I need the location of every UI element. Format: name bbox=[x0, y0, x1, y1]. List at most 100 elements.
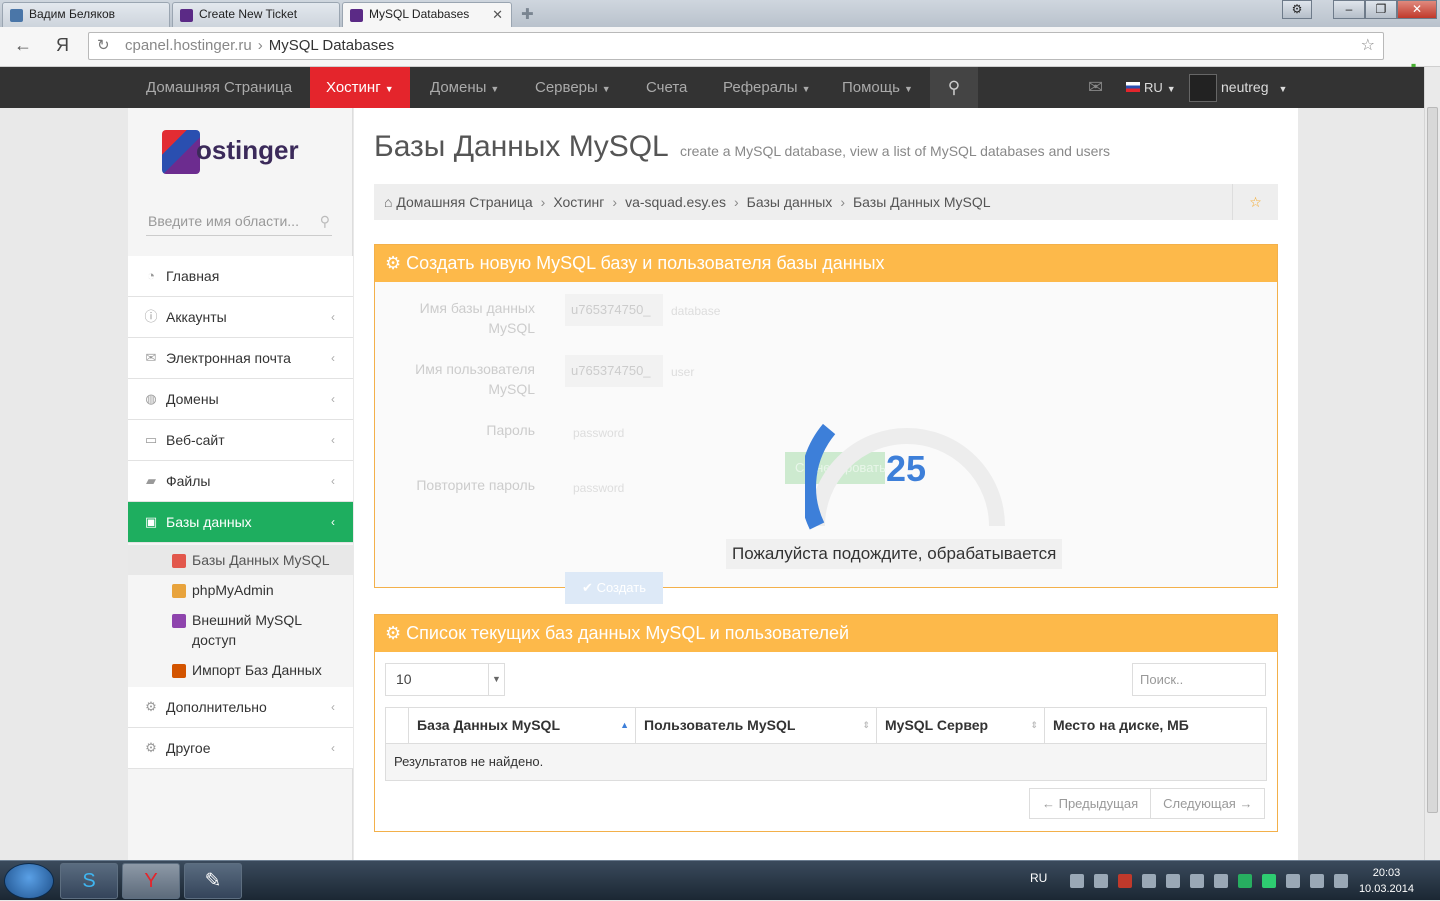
envelope-icon[interactable]: ✉ bbox=[1088, 67, 1103, 108]
minimize-button[interactable]: – bbox=[1333, 0, 1365, 19]
paint-taskbar-button[interactable]: ✎ bbox=[184, 863, 242, 899]
reload-icon[interactable]: ↻ bbox=[97, 33, 110, 59]
column-header-database[interactable]: База Данных MySQL ▲ bbox=[408, 708, 635, 743]
tray-app-icon[interactable] bbox=[1094, 874, 1108, 888]
tray-app-icon[interactable] bbox=[1142, 874, 1156, 888]
sidebar-item-label: Главная bbox=[166, 268, 220, 284]
favorite-star-icon[interactable]: ☆ bbox=[1232, 184, 1278, 220]
breadcrumb-item[interactable]: Домашняя Страница bbox=[396, 194, 532, 210]
sidebar-item-other[interactable]: ⚙ Другое ‹ bbox=[128, 728, 353, 769]
sidebar-search-input[interactable]: Введите имя области... ⚲ bbox=[146, 206, 332, 236]
tray-app-icon[interactable] bbox=[1262, 874, 1276, 888]
address-bar: ← Я ↻ cpanel.hostinger.ru › MySQL Database… bbox=[0, 27, 1440, 81]
column-header-user[interactable]: Пользователь MySQL ⇕ bbox=[635, 708, 876, 743]
browser-tab[interactable]: Create New Ticket bbox=[172, 2, 340, 27]
db-user-input[interactable]: user bbox=[671, 365, 694, 379]
tray-app-icon[interactable] bbox=[1238, 874, 1252, 888]
database-icon: ▣ bbox=[144, 514, 158, 529]
breadcrumb-item[interactable]: Хостинг bbox=[553, 194, 604, 210]
gear-icon[interactable]: ⚙ bbox=[1282, 0, 1312, 19]
search-icon[interactable]: ⚲ bbox=[930, 67, 978, 108]
browser-tab-active[interactable]: MySQL Databases ✕ bbox=[342, 2, 512, 28]
sidebar-item-accounts[interactable]: ⓘ Аккаунты ‹ bbox=[128, 297, 353, 338]
back-arrow-icon[interactable]: ← bbox=[14, 35, 32, 56]
cogs-icon: ⚙ bbox=[385, 253, 402, 273]
column-label: База Данных MySQL bbox=[417, 717, 561, 733]
breadcrumb-item[interactable]: Базы данных bbox=[747, 194, 833, 210]
db-prefix: u765374750_ bbox=[565, 294, 663, 326]
chevron-left-icon: ‹ bbox=[331, 310, 335, 324]
nav-referrals[interactable]: Рефералы ▼ bbox=[723, 67, 811, 108]
sidebar-item-advanced[interactable]: ⚙ Дополнительно ‹ bbox=[128, 687, 353, 728]
sidebar-item-label: Дополнительно bbox=[166, 699, 267, 715]
nav-home[interactable]: Домашняя Страница bbox=[146, 67, 292, 108]
bookmark-star-icon[interactable]: ☆ bbox=[1361, 33, 1375, 59]
breadcrumb-separator: › bbox=[733, 194, 739, 210]
close-tab-icon[interactable]: ✕ bbox=[492, 3, 503, 26]
submenu-item-import-databases[interactable]: Импорт Баз Данных bbox=[128, 655, 353, 685]
page-scrollbar[interactable] bbox=[1424, 67, 1440, 860]
close-window-button[interactable]: ✕ bbox=[1397, 0, 1437, 19]
sidebar-item-files[interactable]: ▰ Файлы ‹ bbox=[128, 461, 353, 502]
submenu-label: Базы Данных MySQL bbox=[192, 552, 330, 568]
chevron-left-icon: ‹ bbox=[331, 700, 335, 714]
sidebar-item-email[interactable]: ✉ Электронная почта ‹ bbox=[128, 338, 353, 379]
adobe-icon[interactable] bbox=[1118, 874, 1132, 888]
tray-app-icon[interactable] bbox=[1190, 874, 1204, 888]
russia-flag-icon bbox=[1126, 82, 1140, 92]
column-header-disk-space[interactable]: Место на диске, МБ bbox=[1044, 708, 1266, 743]
password-label: Пароль bbox=[486, 422, 535, 438]
keyboard-language[interactable]: RU bbox=[1030, 871, 1047, 885]
browser-tab[interactable]: Вадим Беляков bbox=[2, 2, 170, 27]
nav-servers[interactable]: Серверы ▼ bbox=[535, 67, 611, 108]
url-host: cpanel.hostinger.ru bbox=[125, 37, 252, 54]
clock[interactable]: 20:03 10.03.2014 bbox=[1359, 865, 1414, 897]
language-selector[interactable]: RU ▼ bbox=[1126, 67, 1176, 108]
yandex-browser-taskbar-button[interactable]: Y bbox=[122, 863, 180, 899]
page-size-select[interactable]: 10 ▼ bbox=[385, 663, 505, 696]
steam-icon[interactable] bbox=[1070, 874, 1084, 888]
url-title: MySQL Databases bbox=[268, 37, 395, 54]
table-search-input[interactable]: Поиск.. bbox=[1132, 663, 1266, 696]
submenu-item-remote-mysql[interactable]: Внешний MySQL доступ bbox=[128, 605, 353, 655]
column-header-server[interactable]: MySQL Сервер ⇕ bbox=[876, 708, 1044, 743]
next-page-button[interactable]: Следующая → bbox=[1150, 789, 1264, 818]
db-name-label: Имя базы данных MySQL bbox=[419, 300, 535, 336]
url-field[interactable]: ↻ cpanel.hostinger.ru › MySQL Databases ☆ bbox=[88, 32, 1384, 60]
tray-app-icon[interactable] bbox=[1166, 874, 1180, 888]
flag-icon[interactable] bbox=[1286, 874, 1300, 888]
previous-page-button[interactable]: ← Предыдущая bbox=[1030, 789, 1150, 818]
password-input[interactable]: password bbox=[573, 426, 624, 440]
new-tab-icon[interactable]: ✚ bbox=[521, 5, 534, 23]
repeat-password-input[interactable]: password bbox=[573, 481, 624, 495]
user-menu[interactable]: neutreg ▼ bbox=[1189, 67, 1287, 108]
nav-domains[interactable]: Домены ▼ bbox=[430, 67, 499, 108]
skype-taskbar-button[interactable]: S bbox=[60, 863, 118, 899]
nav-label: Хостинг bbox=[326, 79, 381, 96]
create-button[interactable]: ✔ Создать bbox=[565, 572, 663, 604]
windows-start-button[interactable] bbox=[4, 863, 54, 899]
sidebar-item-website[interactable]: ▭ Веб-сайт ‹ bbox=[128, 420, 353, 461]
system-tray: RU 20:03 10.03.2014 bbox=[1020, 861, 1440, 901]
hostinger-logo[interactable]: ostinger bbox=[162, 130, 299, 186]
tray-app-icon[interactable] bbox=[1214, 874, 1228, 888]
db-name-input[interactable]: database bbox=[671, 304, 720, 318]
network-icon[interactable] bbox=[1310, 874, 1324, 888]
nav-help[interactable]: Помощь ▼ bbox=[842, 67, 913, 108]
language-label: RU bbox=[1144, 80, 1163, 95]
monitor-icon: ▭ bbox=[144, 432, 158, 447]
scrollbar-thumb[interactable] bbox=[1427, 107, 1438, 813]
maximize-button[interactable]: ❐ bbox=[1365, 0, 1397, 19]
sidebar-item-databases[interactable]: ▣ Базы данных ‹ bbox=[128, 502, 353, 543]
check-icon: ✔ bbox=[582, 580, 593, 595]
breadcrumb-item[interactable]: va-squad.esy.es bbox=[625, 194, 726, 210]
volume-icon[interactable] bbox=[1334, 874, 1348, 888]
nav-billing[interactable]: Счета bbox=[646, 67, 687, 108]
yandex-icon[interactable]: Я bbox=[56, 35, 69, 56]
submenu-item-phpmyadmin[interactable]: phpMyAdmin bbox=[128, 575, 353, 605]
sidebar-item-home[interactable]: ◔ Главная bbox=[128, 256, 353, 297]
sidebar: ostinger Введите имя области... ⚲ ◔ Главна… bbox=[128, 108, 353, 860]
submenu-item-mysql-databases[interactable]: Базы Данных MySQL bbox=[128, 545, 353, 575]
sidebar-item-domains[interactable]: ◍ Домены ‹ bbox=[128, 379, 353, 420]
nav-hosting[interactable]: Хостинг ▼ bbox=[310, 67, 410, 108]
